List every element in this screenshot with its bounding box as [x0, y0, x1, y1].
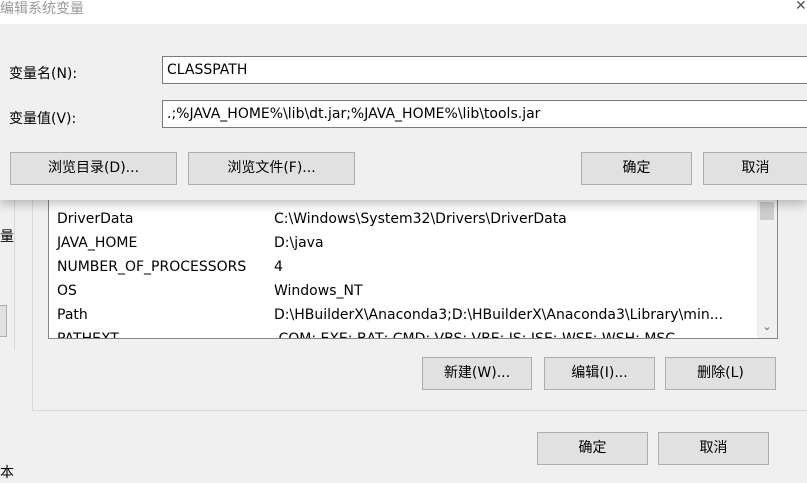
edit-system-variable-dialog: 编辑系统变量 ✕ 变量名(N): CLASSPATH 变量值(V): .;%JA…: [0, 0, 807, 200]
close-icon[interactable]: ✕: [795, 0, 807, 14]
parent-window-label: 量: [0, 229, 14, 245]
variable-name-input[interactable]: CLASSPATH: [162, 56, 807, 84]
env-cancel-button[interactable]: 取消: [658, 432, 769, 465]
scrollbar-thumb[interactable]: [760, 202, 774, 220]
table-row[interactable]: JAVA_HOME D:\java: [49, 231, 755, 255]
list-scrollbar[interactable]: ⌄: [757, 200, 777, 338]
table-row[interactable]: PATHEXT .COM;.EXE;.BAT;.CMD;.VBS;.VBE;.J…: [49, 327, 755, 339]
variable-name-label: 变量名(N):: [9, 66, 78, 82]
variable-value-input[interactable]: .;%JAVA_HOME%\lib\dt.jar;%JAVA_HOME%\lib…: [162, 100, 807, 128]
system-variables-list[interactable]: DriverData C:\Windows\System32\Drivers\D…: [48, 200, 778, 339]
variable-name-cell: PATHEXT: [57, 331, 119, 339]
env-ok-button[interactable]: 确定: [537, 432, 648, 465]
new-variable-button[interactable]: 新建(W)...: [422, 357, 532, 390]
variable-name-cell: JAVA_HOME: [57, 235, 138, 251]
parent-window-bottom-label: 本: [0, 465, 14, 481]
variable-name-cell: Path: [57, 307, 88, 323]
delete-variable-button[interactable]: 删除(L): [665, 357, 776, 390]
variable-name-cell: DriverData: [57, 211, 134, 227]
variable-name-cell: NUMBER_OF_PROCESSORS: [57, 259, 247, 275]
chevron-down-icon[interactable]: ⌄: [760, 320, 774, 334]
browse-directory-button[interactable]: 浏览目录(D)...: [10, 152, 177, 185]
variable-value-label: 变量值(V):: [9, 111, 77, 127]
variable-value-cell: 4: [274, 259, 283, 275]
table-row[interactable]: OS Windows_NT: [49, 279, 755, 303]
edit-variable-button[interactable]: 编辑(I)...: [544, 357, 655, 390]
cancel-button[interactable]: 取消: [703, 152, 807, 185]
browse-file-button[interactable]: 浏览文件(F)...: [188, 152, 355, 185]
variable-value-cell: D:\java: [274, 235, 324, 251]
variable-value-cell: D:\HBuilderX\Anaconda3;D:\HBuilderX\Anac…: [274, 307, 724, 323]
ok-button[interactable]: 确定: [581, 152, 692, 185]
dialog-title: 编辑系统变量: [0, 1, 84, 17]
table-row[interactable]: NUMBER_OF_PROCESSORS 4: [49, 255, 755, 279]
table-row[interactable]: DriverData C:\Windows\System32\Drivers\D…: [49, 207, 755, 231]
parent-window-button[interactable]: [0, 305, 7, 337]
variable-name-cell: OS: [57, 283, 77, 299]
title-bar[interactable]: 编辑系统变量 ✕: [0, 0, 807, 24]
table-row[interactable]: Path D:\HBuilderX\Anaconda3;D:\HBuilderX…: [49, 303, 755, 327]
variable-value-cell: Windows_NT: [274, 283, 363, 299]
variable-value-cell: C:\Windows\System32\Drivers\DriverData: [274, 211, 567, 227]
variable-value-cell: .COM;.EXE;.BAT;.CMD;.VBS;.VBE;.JS;.JSE;.…: [274, 331, 676, 339]
